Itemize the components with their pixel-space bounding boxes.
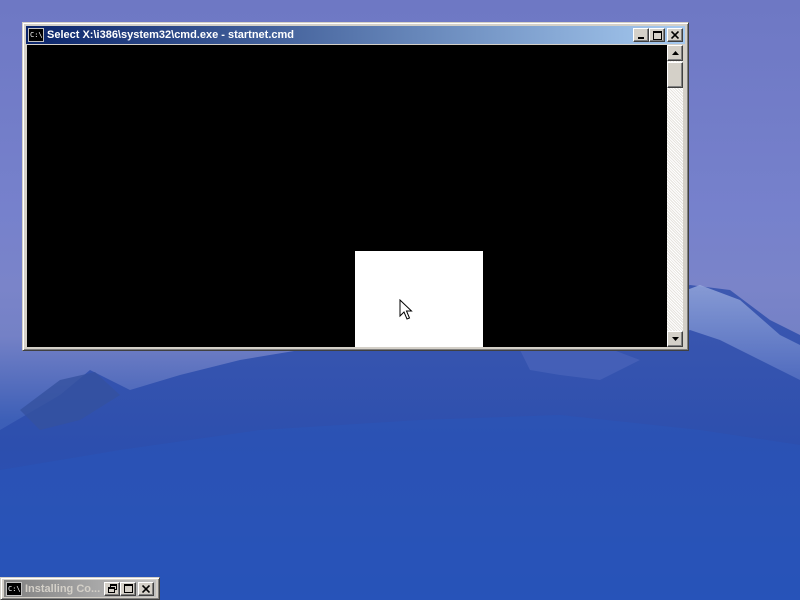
minimized-window[interactable]: C:\ Installing Co... [0, 577, 160, 600]
close-button[interactable] [667, 28, 683, 42]
console-output[interactable] [27, 45, 667, 347]
minimized-window-title: Installing Co... [25, 582, 101, 595]
scroll-up-button[interactable] [667, 45, 683, 61]
arrow-up-icon [671, 51, 679, 55]
scroll-down-button[interactable] [667, 331, 683, 347]
console-text [27, 45, 667, 49]
cmd-window[interactable]: C:\ Select X:\i386\system32\cmd.exe - st… [22, 22, 689, 351]
console-icon[interactable]: C:\ [6, 581, 22, 596]
close-icon [671, 31, 679, 39]
text-selection-block[interactable] [355, 251, 483, 347]
minimize-icon [638, 37, 644, 39]
maximize-button[interactable] [120, 581, 136, 596]
close-icon [142, 584, 150, 593]
arrow-down-icon [671, 337, 679, 341]
scroll-thumb[interactable] [667, 62, 683, 88]
restore-icon [107, 584, 117, 593]
restore-button[interactable] [104, 581, 120, 596]
cmd-window-titlebar[interactable]: C:\ Select X:\i386\system32\cmd.exe - st… [26, 26, 685, 44]
mouse-pointer-icon [399, 299, 413, 320]
close-button[interactable] [138, 581, 154, 596]
console-icon[interactable]: C:\ [28, 28, 44, 42]
maximize-icon [123, 584, 133, 593]
minimize-button[interactable] [633, 28, 649, 42]
window-title: Select X:\i386\system32\cmd.exe - startn… [47, 29, 295, 41]
minimized-window-titlebar[interactable]: C:\ Installing Co... [4, 580, 156, 597]
maximize-button[interactable] [649, 28, 665, 42]
vertical-scrollbar[interactable] [667, 45, 683, 347]
maximize-icon [652, 30, 662, 40]
